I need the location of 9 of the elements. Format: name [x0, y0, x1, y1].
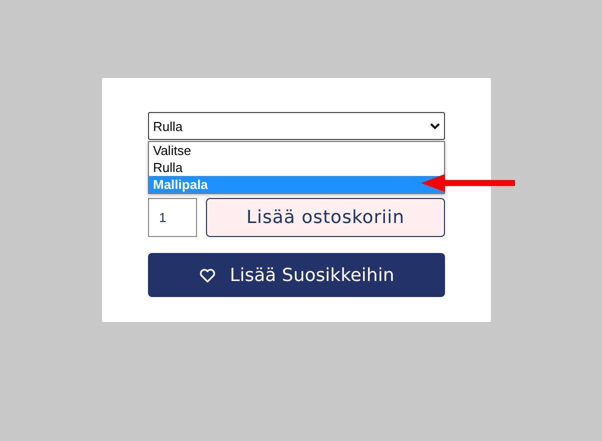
add-to-cart-button[interactable]: Lisää ostoskoriin: [206, 198, 445, 237]
quantity-field[interactable]: 1: [148, 198, 197, 237]
chevron-icon: [430, 122, 440, 130]
dropdown-option[interactable]: Rulla: [149, 159, 444, 176]
dropdown-option[interactable]: Valitse: [149, 142, 444, 159]
heart-icon: [198, 268, 216, 282]
add-to-favorites-button[interactable]: Lisää Suosikkeihin: [148, 253, 445, 297]
select-field[interactable]: Rulla: [148, 112, 445, 140]
arrow-icon: [421, 173, 515, 193]
